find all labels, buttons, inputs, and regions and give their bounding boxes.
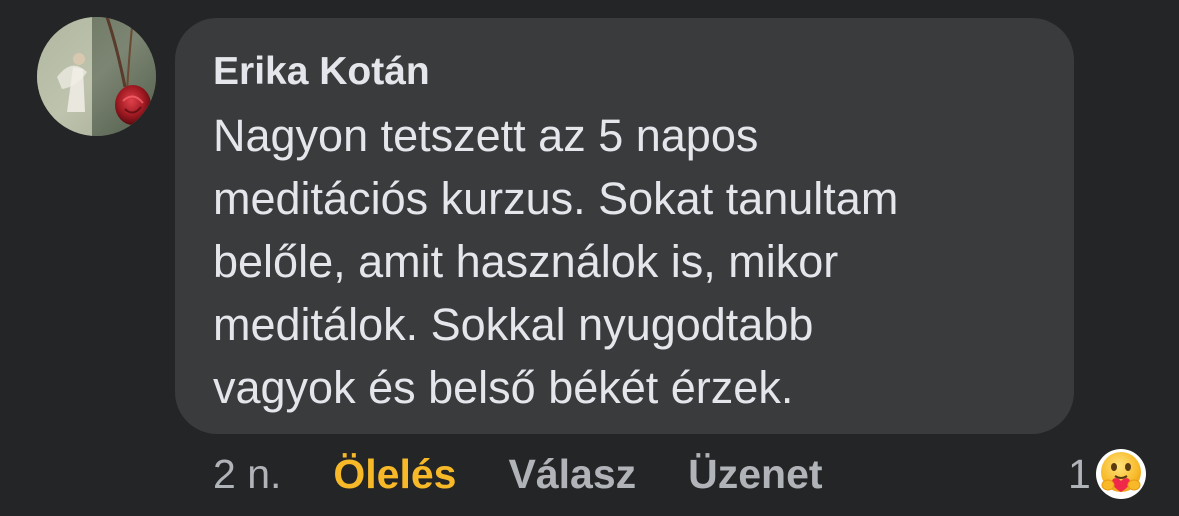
care-hug-emoji-icon	[1095, 449, 1146, 499]
avatar-photo	[37, 17, 156, 136]
message-button[interactable]: Üzenet	[688, 446, 822, 502]
reaction-summary[interactable]: 1	[1068, 446, 1147, 502]
reaction-button[interactable]: Ölelés	[333, 446, 456, 502]
author-avatar[interactable]	[37, 17, 156, 136]
comment-author[interactable]: Erika Kotán	[213, 46, 1036, 98]
comment-actions: 2 n. Ölelés Válasz Üzenet	[213, 446, 823, 502]
comment-bubble: Erika Kotán Nagyon tetszett az 5 napos m…	[175, 18, 1074, 434]
comment-timestamp[interactable]: 2 n.	[213, 446, 281, 502]
comment-text: Nagyon tetszett az 5 napos meditációs ku…	[213, 110, 899, 413]
reaction-count: 1	[1068, 451, 1091, 497]
reply-button[interactable]: Válasz	[508, 446, 636, 502]
